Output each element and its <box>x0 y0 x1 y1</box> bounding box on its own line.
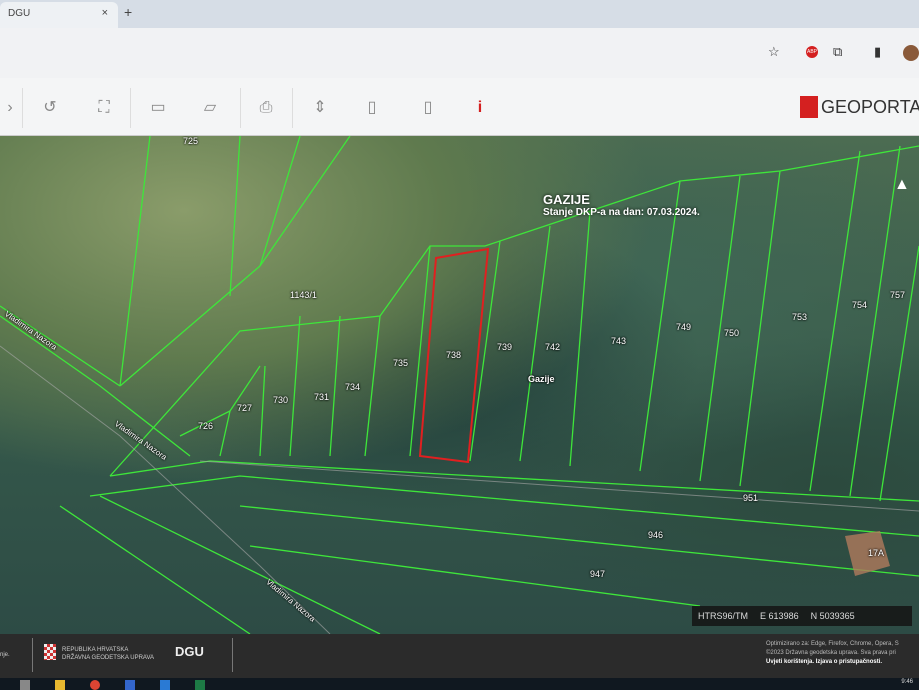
browser-address-bar: ☆ ABP ⧉ ▮ <box>0 28 919 78</box>
info-icon[interactable]: i <box>470 98 490 118</box>
parcel-boundaries <box>0 136 919 634</box>
place-label: Gazije <box>528 374 555 384</box>
crs-label: HTRS96/TM <box>698 611 749 621</box>
map-canvas[interactable]: GAZIJE Stanje DKP-a na dan: 07.03.2024. ▲… <box>0 136 919 634</box>
easting-label: E <box>760 611 767 621</box>
cadastre-date: Stanje DKP-a na dan: 07.03.2024. <box>543 207 700 218</box>
location-title: GAZIJE Stanje DKP-a na dan: 07.03.2024. <box>543 192 700 218</box>
new-tab-button[interactable]: + <box>124 4 132 20</box>
close-tab-icon[interactable]: × <box>102 7 108 19</box>
browser-tab-bar: DGU × + <box>0 0 919 28</box>
page-footer: nje. REPUBLIKA HRVATSKA DRŽAVNA GEODETSKA… <box>0 634 919 678</box>
road-boundary <box>0 315 919 634</box>
divider <box>232 638 233 672</box>
parcel-label[interactable]: 726 <box>198 421 213 431</box>
back-icon[interactable]: › <box>0 98 20 118</box>
area-select-icon[interactable]: ▭ <box>148 98 168 118</box>
excel-icon[interactable] <box>195 680 205 690</box>
parcel-label[interactable]: 727 <box>237 403 252 413</box>
boundary <box>0 136 919 477</box>
org-line1: REPUBLIKA HRVATSKA <box>62 647 129 653</box>
parcel-label[interactable]: 17A <box>868 548 884 558</box>
area-name: GAZIJE <box>543 192 590 207</box>
parcel-label[interactable]: 951 <box>743 493 758 503</box>
dgu-logo[interactable]: DGU <box>175 644 204 659</box>
outlook-icon[interactable] <box>160 680 170 690</box>
chrome-icon[interactable] <box>90 680 100 690</box>
logo-text: GEOPORTA <box>821 96 919 117</box>
parcel-label[interactable]: 947 <box>590 569 605 579</box>
parcel-label[interactable]: 731 <box>314 392 329 402</box>
terms-links[interactable]: Uvjeti korištenja. Izjava o pristupačnos… <box>766 659 882 665</box>
parcel-label[interactable]: 757 <box>890 290 905 300</box>
coordinate-readout: HTRS96/TM E 613986 N 5039365 <box>692 606 912 626</box>
croatia-crest-icon <box>44 644 56 660</box>
bookmark-star-icon[interactable]: ☆ <box>768 44 780 60</box>
northing-value: 5039365 <box>819 611 855 621</box>
fullscreen-icon[interactable]: ⛶ <box>94 98 114 118</box>
tab-title: DGU <box>8 8 31 19</box>
print-icon[interactable]: ⎙ <box>256 98 276 118</box>
divider <box>32 638 33 672</box>
file-explorer-icon[interactable] <box>55 680 65 690</box>
parcel-label[interactable]: 743 <box>611 336 626 346</box>
app-icon[interactable] <box>125 680 135 690</box>
parcel-label[interactable]: 734 <box>345 382 360 392</box>
lasso-icon[interactable]: ↺ <box>40 98 60 118</box>
parcel-label[interactable]: 725 <box>183 136 198 146</box>
parcel-label[interactable]: 739 <box>497 342 512 352</box>
browser-tab[interactable]: DGU × <box>0 2 118 28</box>
measure-icon[interactable]: ⇕ <box>310 98 330 118</box>
parcel-label[interactable]: 735 <box>393 358 408 368</box>
org-line2: DRŽAVNA GEODETSKA UPRAVA <box>62 655 155 661</box>
divider <box>292 88 293 128</box>
northing-label: N <box>810 611 818 621</box>
divider <box>130 88 131 128</box>
extensions-icon[interactable]: ⧉ <box>833 44 842 60</box>
sidebar-icon[interactable]: ▮ <box>874 44 881 60</box>
copyright: ©2023 Državna geodetska uprava. Sva prav… <box>766 650 896 656</box>
divider <box>22 88 23 128</box>
parcel-label[interactable]: 750 <box>724 328 739 338</box>
easting-value: 613986 <box>768 611 799 621</box>
parcel-label[interactable]: 1143/1 <box>290 290 317 300</box>
north-arrow-icon[interactable]: ▲ <box>894 176 910 194</box>
org-name: REPUBLIKA HRVATSKA DRŽAVNA GEODETSKA UPRA… <box>62 646 154 662</box>
clock[interactable]: 9:46 <box>901 679 913 685</box>
map-toolbar: › ↺ ⛶ ▭ ▱ ⎙ ⇕ ▯ ▯ i GEOPORTA <box>0 78 919 136</box>
parcel-label[interactable]: 754 <box>852 300 867 310</box>
undo-icon[interactable]: ▯ <box>362 98 382 118</box>
parcel-label[interactable]: 738 <box>446 350 461 360</box>
task-view-icon[interactable] <box>20 680 30 690</box>
parcel-label[interactable]: 753 <box>792 312 807 322</box>
parcel-label[interactable]: 946 <box>648 530 663 540</box>
windows-taskbar: 9:46 <box>0 678 919 690</box>
profile-avatar[interactable] <box>903 45 919 61</box>
logo-mark <box>800 96 818 118</box>
redo-icon[interactable]: ▯ <box>418 98 438 118</box>
footer-right: Optimizirano za: Edge, Firefox, Chrome, … <box>766 640 899 667</box>
parcel-label[interactable]: 749 <box>676 322 691 332</box>
geoportal-logo[interactable]: GEOPORTA <box>800 96 919 118</box>
parcel-label[interactable]: 730 <box>273 395 288 405</box>
footer-left-text: nje. <box>0 652 10 658</box>
draw-icon[interactable]: ▱ <box>200 98 220 118</box>
adblock-icon[interactable]: ABP <box>806 46 818 58</box>
divider <box>240 88 241 128</box>
browser-support: Optimizirano za: Edge, Firefox, Chrome, … <box>766 641 899 647</box>
parcel-label[interactable]: 742 <box>545 342 560 352</box>
